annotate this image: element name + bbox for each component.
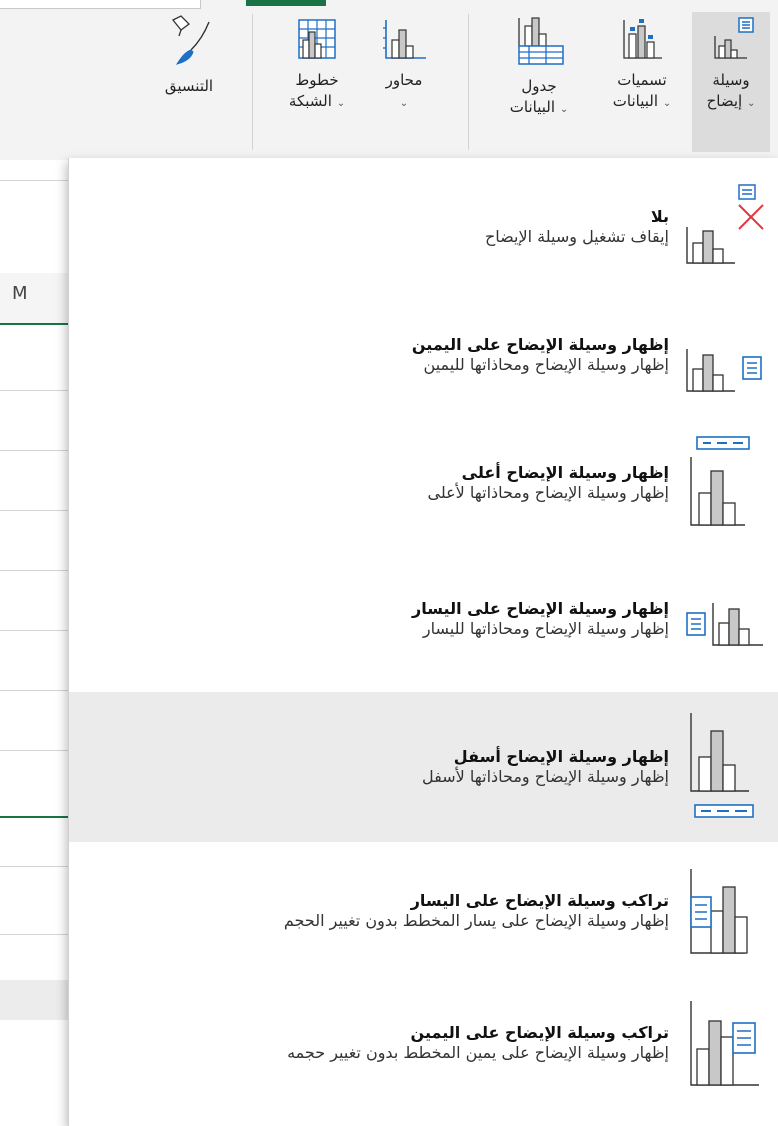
grid-row-line bbox=[0, 510, 70, 511]
grid-row-line bbox=[0, 866, 70, 867]
data-labels-label-2: البيانات bbox=[612, 92, 659, 110]
grid-row-line bbox=[0, 690, 70, 691]
menu-item-title: تراكب وسيلة الإيضاح على اليمين bbox=[410, 1023, 669, 1042]
gridlines-button[interactable]: خطوط ⌄ الشبكة bbox=[272, 12, 362, 152]
data-table-label-1: جدول bbox=[521, 77, 557, 95]
grid-row-line bbox=[0, 180, 70, 181]
chart-legend-icon bbox=[714, 17, 754, 59]
format-button[interactable]: التنسيق bbox=[148, 12, 230, 152]
grid-row-line bbox=[0, 750, 70, 751]
chevron-down-icon: ⌄ bbox=[399, 98, 409, 109]
data-table-label-2: البيانات bbox=[509, 98, 556, 116]
menu-item-legend-bottom[interactable]: إظهار وسيلة الإيضاح أسفل إظهار وسيلة الإ… bbox=[69, 692, 778, 842]
gridlines-icon bbox=[298, 19, 336, 59]
menu-item-title: إظهار وسيلة الإيضاح أسفل bbox=[453, 747, 669, 766]
menu-item-description: إيقاف تشغيل وسيلة الإيضاح bbox=[484, 227, 669, 246]
selection-border bbox=[0, 816, 70, 818]
grid-row-line bbox=[0, 390, 70, 391]
menu-item-title: تراكب وسيلة الإيضاح على اليسار bbox=[410, 891, 669, 910]
chevron-down-icon: ⌄ bbox=[662, 98, 672, 109]
menu-item-description: إظهار وسيلة الإيضاح ومحاذاتها لليسار bbox=[422, 619, 669, 638]
legend-dropdown-menu: بلا إيقاف تشغيل وسيلة الإيضاح إظهار وسيل… bbox=[68, 158, 778, 1126]
chevron-down-icon: ⌄ bbox=[559, 104, 569, 115]
legend-bottom-icon bbox=[690, 713, 754, 818]
legend-right-icon bbox=[686, 349, 762, 392]
grid-row-line bbox=[0, 450, 70, 451]
menu-item-title: بلا bbox=[650, 207, 669, 226]
axes-label: محاور bbox=[385, 71, 423, 89]
data-labels-icon bbox=[623, 19, 662, 59]
menu-item-legend-none[interactable]: بلا إيقاف تشغيل وسيلة الإيضاح bbox=[69, 164, 778, 290]
legend-left-icon bbox=[686, 603, 763, 646]
data-labels-button[interactable]: تسميات ⌄ البيانات bbox=[600, 12, 684, 152]
menu-item-title: إظهار وسيلة الإيضاح على اليسار bbox=[412, 599, 669, 618]
data-table-button[interactable]: جدول ⌄ البيانات bbox=[486, 12, 592, 152]
ribbon-chart-elements: وسيلة ⌄ إيضاح تسميات ⌄ البيانات جدول ⌄ ا… bbox=[0, 0, 778, 160]
data-labels-label-1: تسميات bbox=[617, 71, 667, 89]
menu-item-description: إظهار وسيلة الإيضاح ومحاذاتها لأعلى bbox=[427, 483, 669, 502]
active-tab-indicator bbox=[246, 0, 326, 6]
menu-item-description: إظهار وسيلة الإيضاح على يمين المخطط بدون… bbox=[287, 1043, 669, 1062]
menu-item-legend-left[interactable]: إظهار وسيلة الإيضاح على اليسار إظهار وسي… bbox=[69, 556, 778, 682]
legend-overlay-right-icon bbox=[690, 1001, 759, 1086]
column-header[interactable]: M bbox=[0, 273, 70, 325]
grid-row-line bbox=[0, 570, 70, 571]
menu-item-description: إظهار وسيلة الإيضاح ومحاذاتها لأسفل bbox=[422, 767, 669, 786]
menu-item-legend-right[interactable]: إظهار وسيلة الإيضاح على اليمين إظهار وسي… bbox=[69, 292, 778, 418]
legend-button-label-2: إيضاح bbox=[706, 92, 743, 110]
grid-row-line bbox=[0, 934, 70, 935]
format-brush-icon bbox=[171, 15, 210, 65]
column-header-label: M bbox=[12, 283, 28, 304]
menu-item-legend-overlay-right[interactable]: تراكب وسيلة الإيضاح على اليمين إظهار وسي… bbox=[69, 980, 778, 1106]
ribbon-separator bbox=[468, 14, 469, 150]
format-label: التنسيق bbox=[164, 77, 214, 95]
grid-row-line bbox=[0, 630, 70, 631]
data-table-icon bbox=[518, 17, 564, 65]
menu-item-description: إظهار وسيلة الإيضاح على يسار المخطط بدون… bbox=[283, 911, 669, 930]
gridlines-label-2: الشبكة bbox=[288, 92, 332, 110]
name-box-edge bbox=[0, 0, 201, 9]
menu-item-description: إظهار وسيلة الإيضاح ومحاذاتها لليمين bbox=[423, 355, 669, 374]
axes-button[interactable]: محاور ⌄ bbox=[370, 12, 438, 152]
chevron-down-icon: ⌄ bbox=[747, 98, 756, 109]
gridlines-label-1: خطوط bbox=[295, 71, 339, 89]
menu-item-legend-top[interactable]: إظهار وسيلة الإيضاح أعلى إظهار وسيلة الإ… bbox=[69, 420, 778, 546]
menu-item-title: إظهار وسيلة الإيضاح أعلى bbox=[461, 463, 669, 482]
chevron-down-icon: ⌄ bbox=[336, 98, 346, 109]
grid-shaded-row bbox=[0, 980, 70, 1020]
legend-button[interactable]: وسيلة ⌄ إيضاح bbox=[692, 12, 770, 152]
legend-overlay-left-icon bbox=[690, 869, 748, 954]
legend-none-icon bbox=[686, 184, 764, 264]
legend-button-label-1: وسيلة bbox=[712, 71, 750, 89]
menu-item-legend-overlay-left[interactable]: تراكب وسيلة الإيضاح على اليسار إظهار وسي… bbox=[69, 848, 778, 974]
ribbon-separator bbox=[252, 14, 253, 150]
legend-top-icon bbox=[690, 436, 750, 526]
axes-icon bbox=[383, 20, 426, 59]
menu-item-title: إظهار وسيلة الإيضاح على اليمين bbox=[411, 335, 669, 354]
